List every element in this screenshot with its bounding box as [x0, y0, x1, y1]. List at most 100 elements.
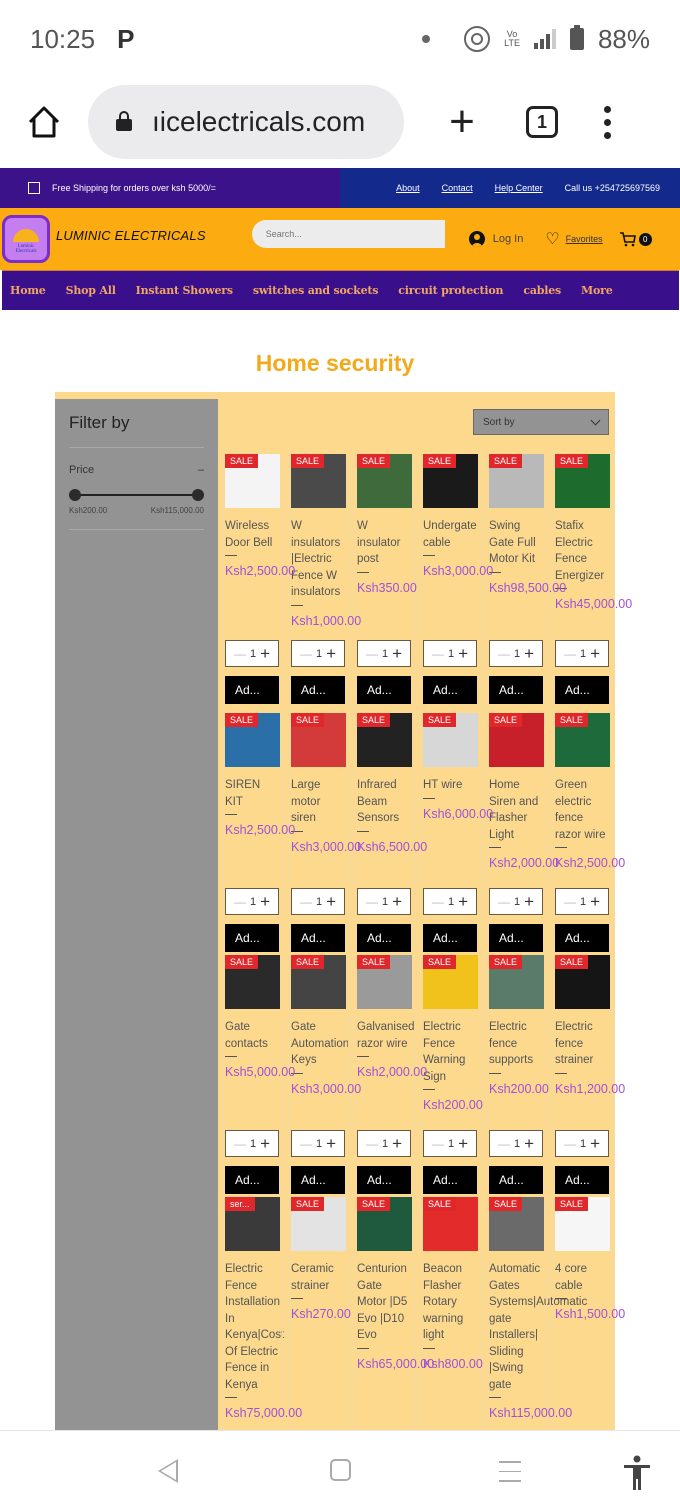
product-name[interactable]: Wireless Door Bell	[225, 518, 280, 551]
product-name[interactable]: Electric fence supports	[489, 1019, 544, 1069]
product-image[interactable]: SALE	[357, 955, 412, 1009]
accessibility-icon[interactable]	[622, 1455, 652, 1491]
product-card[interactable]: SALE Infrared Beam Sensors Ksh6,500.00	[357, 713, 427, 855]
quantity-value[interactable]: 1	[316, 648, 322, 660]
product-name[interactable]: Centurion Gate Motor |D5 Evo |D10 Evo	[357, 1261, 412, 1344]
product-name[interactable]: Green electric fence razor wire	[555, 777, 610, 843]
minus-icon[interactable]: —	[432, 1137, 444, 1151]
plus-icon[interactable]: +	[260, 644, 270, 664]
product-card[interactable]: SALE Electric fence strainer Ksh1,200.00	[555, 955, 625, 1097]
product-card[interactable]: SALE Green electric fence razor wire Ksh2,…	[555, 713, 625, 871]
browser-home-button[interactable]	[24, 102, 64, 142]
quantity-value[interactable]: 1	[580, 896, 586, 908]
minus-icon[interactable]: —	[366, 1137, 378, 1151]
quantity-stepper[interactable]: — 1 +	[489, 1130, 543, 1157]
quantity-stepper[interactable]: — 1 +	[291, 640, 345, 667]
product-card[interactable]: SALE Gate Automation Keys Ksh3,000.00	[291, 955, 361, 1097]
product-card[interactable]: SALE Home Siren and Flasher Light Ksh2,000…	[489, 713, 559, 871]
product-name[interactable]: Undergate cable	[423, 518, 478, 551]
product-image[interactable]: SALE	[291, 1197, 346, 1251]
recents-icon[interactable]	[499, 1461, 521, 1490]
plus-icon[interactable]: +	[524, 644, 534, 664]
minus-icon[interactable]: —	[234, 1137, 246, 1151]
product-image[interactable]: SALE	[225, 713, 280, 767]
minus-icon[interactable]: —	[564, 895, 576, 909]
nav-shop-all[interactable]: Shop All	[66, 284, 116, 297]
product-card[interactable]: SALE W insulators |Electric Fence W insul…	[291, 454, 361, 629]
login-button[interactable]: Log In	[468, 231, 523, 247]
quantity-stepper[interactable]: — 1 +	[555, 888, 609, 915]
price-range-slider[interactable]	[69, 488, 204, 502]
plus-icon[interactable]: +	[590, 644, 600, 664]
quantity-value[interactable]: 1	[514, 896, 520, 908]
product-name[interactable]: Electric Fence Installation In Kenya|Cos…	[225, 1261, 284, 1393]
plus-icon[interactable]: +	[260, 892, 270, 912]
product-image[interactable]: SALE	[489, 713, 544, 767]
product-name[interactable]: Large motor siren	[291, 777, 346, 827]
sort-dropdown[interactable]: Sort by	[473, 409, 609, 435]
about-link[interactable]: About	[396, 183, 420, 193]
add-to-cart-button[interactable]: Ad...	[291, 924, 345, 952]
plus-icon[interactable]: +	[458, 1134, 468, 1154]
product-image[interactable]: SALE	[555, 454, 610, 508]
browser-menu-button[interactable]	[604, 105, 611, 139]
product-name[interactable]: Infrared Beam Sensors	[357, 777, 412, 827]
minus-icon[interactable]: —	[498, 1137, 510, 1151]
product-name[interactable]: Gate Automation Keys	[291, 1019, 349, 1069]
address-bar[interactable]: ıicelectricals.com	[88, 85, 404, 159]
product-image[interactable]: ser...	[225, 1197, 280, 1251]
add-to-cart-button[interactable]: Ad...	[489, 1166, 543, 1194]
quantity-value[interactable]: 1	[448, 1138, 454, 1150]
quantity-value[interactable]: 1	[250, 648, 256, 660]
quantity-stepper[interactable]: — 1 +	[225, 640, 279, 667]
add-to-cart-button[interactable]: Ad...	[291, 676, 345, 704]
minus-icon[interactable]: —	[234, 895, 246, 909]
product-card[interactable]: SALE Swing Gate Full Motor Kit Ksh98,500.0…	[489, 454, 566, 596]
quantity-value[interactable]: 1	[316, 1138, 322, 1150]
product-card[interactable]: SALE HT wire Ksh6,000.00	[423, 713, 493, 822]
add-to-cart-button[interactable]: Ad...	[423, 924, 477, 952]
minus-icon[interactable]: —	[564, 1137, 576, 1151]
quantity-value[interactable]: 1	[382, 896, 388, 908]
minus-icon[interactable]: —	[564, 647, 576, 661]
minus-icon[interactable]: —	[300, 647, 312, 661]
quantity-stepper[interactable]: — 1 +	[423, 888, 477, 915]
plus-icon[interactable]: +	[326, 644, 336, 664]
new-tab-button[interactable]: +	[442, 97, 482, 147]
product-card[interactable]: SALE 4 core cable Ksh1,500.00	[555, 1197, 625, 1322]
product-card[interactable]: SALE Large motor siren Ksh3,000.00	[291, 713, 361, 855]
product-name[interactable]: Gate contacts	[225, 1019, 280, 1052]
product-name[interactable]: W insulator post	[357, 518, 412, 568]
quantity-stepper[interactable]: — 1 +	[225, 888, 279, 915]
search-input[interactable]	[251, 220, 445, 248]
product-image[interactable]: SALE	[423, 955, 478, 1009]
product-image[interactable]: SALE	[357, 1197, 412, 1251]
product-name[interactable]: Electric Fence Warning Sign	[423, 1019, 478, 1085]
quantity-stepper[interactable]: — 1 +	[357, 888, 411, 915]
product-card[interactable]: SALE Undergate cable Ksh3,000.00	[423, 454, 493, 579]
product-image[interactable]: SALE	[357, 713, 412, 767]
quantity-value[interactable]: 1	[580, 1138, 586, 1150]
product-image[interactable]: SALE	[423, 713, 478, 767]
product-name[interactable]: Beacon Flasher Rotary warning light	[423, 1261, 478, 1344]
product-name[interactable]: Swing Gate Full Motor Kit	[489, 518, 544, 568]
minus-icon[interactable]: —	[498, 895, 510, 909]
add-to-cart-button[interactable]: Ad...	[225, 1166, 279, 1194]
quantity-stepper[interactable]: — 1 +	[555, 640, 609, 667]
minus-icon[interactable]: —	[366, 895, 378, 909]
quantity-stepper[interactable]: — 1 +	[357, 640, 411, 667]
product-image[interactable]: SALE	[489, 955, 544, 1009]
plus-icon[interactable]: +	[392, 892, 402, 912]
quantity-value[interactable]: 1	[514, 648, 520, 660]
product-image[interactable]: SALE	[555, 713, 610, 767]
product-image[interactable]: SALE	[291, 454, 346, 508]
contact-link[interactable]: Contact	[442, 183, 473, 193]
minus-icon[interactable]: —	[432, 647, 444, 661]
add-to-cart-button[interactable]: Ad...	[489, 676, 543, 704]
add-to-cart-button[interactable]: Ad...	[423, 676, 477, 704]
product-name[interactable]: Stafix Electric Fence Energizer	[555, 518, 610, 584]
nav-switches-and-sockets[interactable]: switches and sockets	[253, 284, 379, 297]
add-to-cart-button[interactable]: Ad...	[489, 924, 543, 952]
nav-circuit-protection[interactable]: circuit protection	[398, 284, 503, 297]
quantity-stepper[interactable]: — 1 +	[357, 1130, 411, 1157]
